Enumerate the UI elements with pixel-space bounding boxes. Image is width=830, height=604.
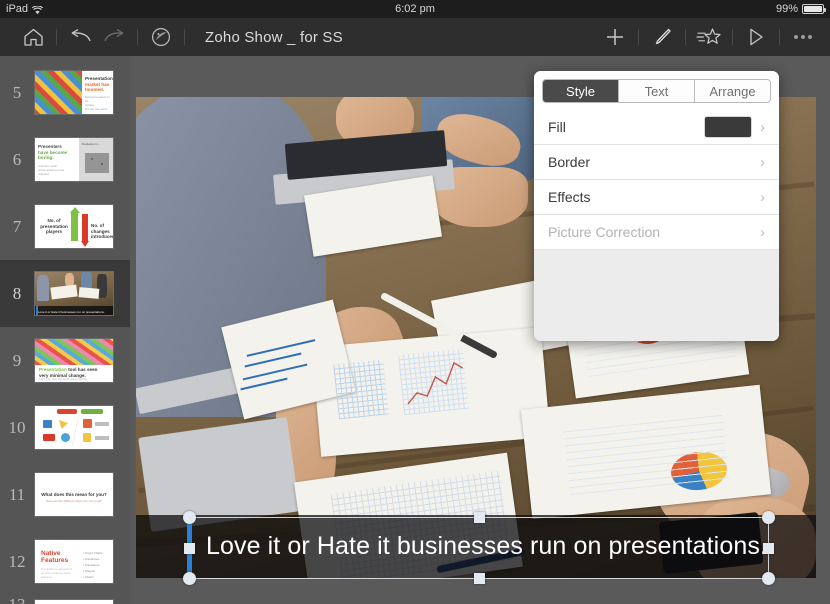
slide-number: 12 [8,551,26,571]
slide-preview-image [34,405,114,450]
chevron-right-icon: › [760,153,765,171]
battery-percent-label: 99% [775,3,798,15]
slide-preview-image: No. of presentation players No. of changes i… [34,204,114,249]
status-bar-right: 99% [775,3,826,15]
option-row-border[interactable]: Border › [534,145,779,180]
tab-text[interactable]: Text [619,80,695,102]
slide-thumbnail-5[interactable]: 5 Presentation market has boomed. Everyone… [0,59,130,126]
option-label: Border [548,154,591,170]
slide-thumbnail-11[interactable]: 11 What does this mean for you? Here are… [0,461,130,528]
slide-thumbnail-8[interactable]: 8 Love it or Hate it businesses run on p… [0,260,130,327]
slide-number: 13 [0,595,34,604]
style-option-list: Fill › Border › Effects › Picture Correc… [534,110,779,250]
app-toolbar: Zoho Show _ for SS [0,18,830,56]
battery-icon [802,4,826,14]
redo-arrow-icon[interactable] [97,20,131,54]
slide-thumbnail-6[interactable]: 6 Presenters have become boring. Attention… [0,126,130,193]
theme-palette-icon[interactable] [144,20,178,54]
tab-arrange[interactable]: Arrange [695,80,770,102]
slide-thumbnail-10[interactable]: 10 [0,394,130,461]
toolbar-divider [638,29,639,45]
slide-preview-image [34,599,114,604]
slide-preview-image: Love it or Hate it businesses run on pre… [34,271,114,316]
undo-arrow-icon[interactable] [63,20,97,54]
toolbar-right-group [598,20,820,54]
slide-preview-image: What does this mean for you? Here are th… [34,472,114,517]
slide-preview-image: Native Features Our Editor is all packed … [34,539,114,584]
status-bar-time: 6:02 pm [395,3,435,15]
plus-icon[interactable] [598,20,632,54]
slide-thumbnail-13[interactable]: 13 [0,595,130,604]
option-row-effects[interactable]: Effects › [534,180,779,215]
option-row-picture-correction: Picture Correction › [534,215,779,250]
tab-style[interactable]: Style [543,80,619,102]
chevron-right-icon: › [760,118,765,136]
animation-star-icon[interactable] [692,20,726,54]
option-label: Picture Correction [548,224,661,240]
home-icon[interactable] [16,20,50,54]
slide-thumbnail-sidebar[interactable]: 5 Presentation market has boomed. Everyone… [0,56,130,604]
popover-tab-bar: Style Text Arrange [534,71,779,110]
segmented-control[interactable]: Style Text Arrange [542,79,771,103]
toolbar-divider [685,29,686,45]
slide-number: 9 [12,350,22,370]
slide-number: 8 [12,283,22,303]
chevron-right-icon: › [760,188,765,206]
slide-preview-image: Presentation market has boomed. Everyone w… [34,70,114,115]
slide-caption-text[interactable]: Love it or Hate it businesses run on pre… [206,532,767,561]
slide-number: 7 [12,216,22,236]
slide-preview-image: Presentation tool has seen very minimal c… [34,338,114,383]
option-row-fill[interactable]: Fill › [534,110,779,145]
toolbar-divider [732,29,733,45]
fill-color-swatch[interactable] [704,116,752,138]
slide-thumbnail-7[interactable]: 7 No. of presentation players No. of change… [0,193,130,260]
option-label: Effects [548,189,591,205]
toolbar-divider [137,29,138,45]
slide-caption-band[interactable]: Love it or Hate it businesses run on pre… [136,515,816,578]
chevron-right-icon: › [760,223,765,241]
pen-brush-icon[interactable] [645,20,679,54]
play-triangle-icon[interactable] [739,20,773,54]
slide-thumbnail-9[interactable]: 9 Presentation tool has seen very minimal… [0,327,130,394]
more-dots-icon[interactable] [786,20,820,54]
toolbar-divider [184,29,185,45]
option-label: Fill [548,119,566,135]
toolbar-divider [779,29,780,45]
document-title[interactable]: Zoho Show _ for SS [205,29,343,46]
status-bar: iPad 6:02 pm 99% [0,0,830,18]
slide-preview-image: Presenters have become boring. Attention s… [34,137,114,182]
slide-number: 5 [12,82,22,102]
slide-number: 11 [8,484,26,504]
toolbar-divider [56,29,57,45]
popover-empty-area [534,250,779,341]
format-style-popover[interactable]: Style Text Arrange Fill › Border › Effec… [534,71,779,341]
slide-thumbnail-12[interactable]: 12 Native Features Our Editor is all pack… [0,528,130,595]
toolbar-left-group: Zoho Show _ for SS [16,20,343,54]
slide-number: 10 [8,417,26,437]
slide-number: 6 [12,149,22,169]
